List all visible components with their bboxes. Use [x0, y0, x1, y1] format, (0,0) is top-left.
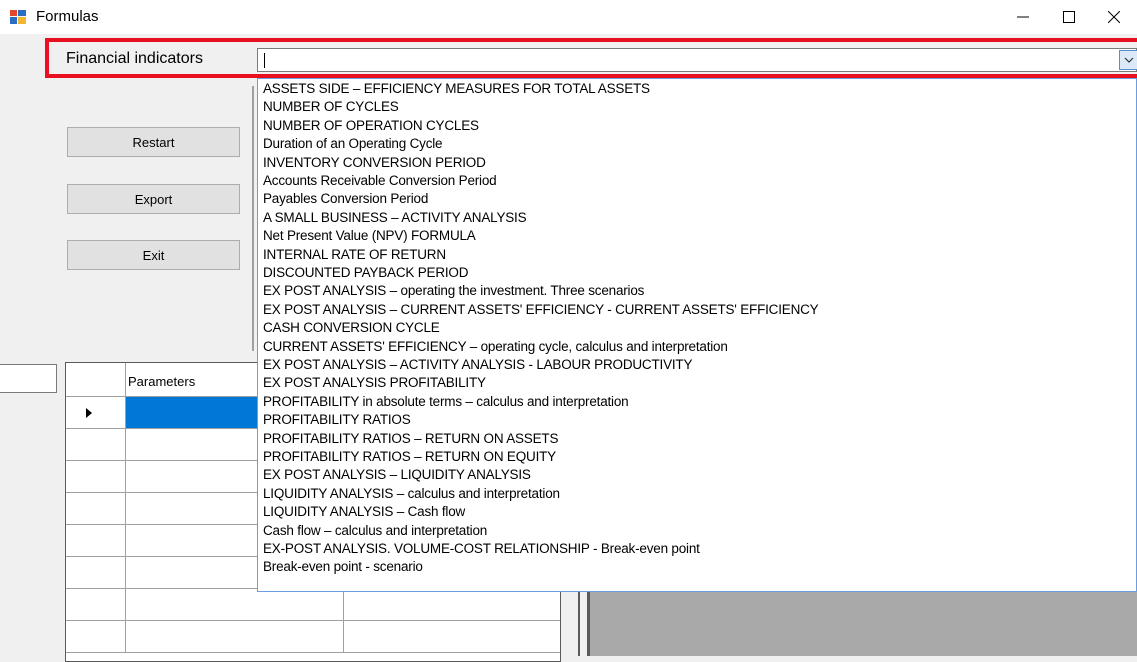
dropdown-option[interactable]: Cash flow – calculus and interpretation [263, 522, 487, 540]
financial-indicators-dropdown[interactable]: ASSETS SIDE – EFFICIENCY MEASURES FOR TO… [257, 78, 1137, 592]
dropdown-option[interactable]: DISCOUNTED PAYBACK PERIOD [263, 264, 468, 282]
dropdown-option[interactable]: LIQUIDITY ANALYSIS – Cash flow [263, 503, 465, 521]
window-title: Formulas [36, 8, 99, 25]
dropdown-option[interactable]: NUMBER OF CYCLES [263, 98, 399, 116]
text-caret [264, 53, 265, 68]
dropdown-option[interactable]: EX POST ANALYSIS PROFITABILITY [263, 374, 486, 392]
right-panel [587, 590, 1137, 656]
dropdown-option[interactable]: CURRENT ASSETS' EFFICIENCY – operating c… [263, 338, 728, 356]
dropdown-option[interactable]: Duration of an Operating Cycle [263, 135, 443, 153]
dropdown-option[interactable]: PROFITABILITY RATIOS – RETURN ON ASSETS [263, 430, 558, 448]
financial-indicators-combo[interactable] [257, 48, 1137, 72]
dropdown-option[interactable]: EX POST ANALYSIS – LIQUIDITY ANALYSIS [263, 466, 531, 484]
app-icon [10, 10, 26, 24]
dropdown-option[interactable]: INVENTORY CONVERSION PERIOD [263, 154, 486, 172]
parameters-header-label: Parameters [128, 374, 196, 389]
dropdown-option[interactable]: PROFITABILITY RATIOS – RETURN ON EQUITY [263, 448, 556, 466]
dropdown-option[interactable]: PROFITABILITY in absolute terms – calcul… [263, 393, 629, 411]
dropdown-option[interactable]: CASH CONVERSION CYCLE [263, 319, 440, 337]
maximize-button[interactable] [1046, 0, 1092, 34]
dropdown-option[interactable]: Break-even point - scenario [263, 558, 423, 576]
dropdown-option[interactable]: NUMBER OF OPERATION CYCLES [263, 117, 479, 135]
table-row[interactable] [66, 589, 560, 621]
row-header[interactable] [66, 621, 126, 652]
close-icon [1108, 11, 1120, 23]
row-header[interactable] [66, 557, 126, 588]
dropdown-option[interactable]: EX POST ANALYSIS – CURRENT ASSETS' EFFIC… [263, 301, 819, 319]
dropdown-option[interactable]: PROFITABILITY RATIOS [263, 411, 411, 429]
minimize-button[interactable] [1000, 0, 1046, 34]
title-bar: Formulas [0, 0, 1137, 34]
dropdown-option[interactable]: Payables Conversion Period [263, 190, 428, 208]
close-button[interactable] [1091, 0, 1137, 34]
row-header[interactable] [66, 461, 126, 492]
dropdown-option[interactable]: Accounts Receivable Conversion Period [263, 172, 497, 190]
maximize-icon [1063, 11, 1075, 23]
row-header[interactable] [66, 493, 126, 524]
splitter[interactable] [578, 590, 580, 656]
row-header[interactable] [66, 429, 126, 460]
exit-button[interactable]: Exit [67, 240, 240, 270]
combo-dropdown-button[interactable] [1119, 50, 1137, 70]
dropdown-option[interactable]: A SMALL BUSINESS – ACTIVITY ANALYSIS [263, 209, 527, 227]
table-cell[interactable] [126, 621, 344, 652]
dropdown-option[interactable]: Net Present Value (NPV) FORMULA [263, 227, 476, 245]
table-row[interactable] [66, 621, 560, 653]
dropdown-option[interactable]: ASSETS SIDE – EFFICIENCY MEASURES FOR TO… [263, 80, 650, 98]
side-text-field[interactable] [0, 364, 57, 393]
export-button[interactable]: Export [67, 184, 240, 214]
dropdown-option[interactable]: EX POST ANALYSIS – operating the investm… [263, 282, 644, 300]
table-cell[interactable] [126, 589, 344, 620]
separator [252, 86, 254, 351]
financial-indicators-label: Financial indicators [66, 50, 203, 67]
row-header[interactable] [66, 397, 126, 428]
row-header[interactable] [66, 589, 126, 620]
dropdown-option[interactable]: INTERNAL RATE OF RETURN [263, 246, 446, 264]
minimize-icon [1017, 16, 1029, 18]
chevron-down-icon [1124, 57, 1133, 63]
dropdown-option[interactable]: EX POST ANALYSIS – ACTIVITY ANALYSIS - L… [263, 356, 692, 374]
row-header[interactable] [66, 525, 126, 556]
grid-corner-header [66, 363, 126, 397]
dropdown-option[interactable]: LIQUIDITY ANALYSIS – calculus and interp… [263, 485, 560, 503]
dropdown-option[interactable]: EX-POST ANALYSIS. VOLUME-COST RELATIONSH… [263, 540, 700, 558]
restart-button[interactable]: Restart [67, 127, 240, 157]
current-row-arrow-icon [86, 408, 92, 418]
